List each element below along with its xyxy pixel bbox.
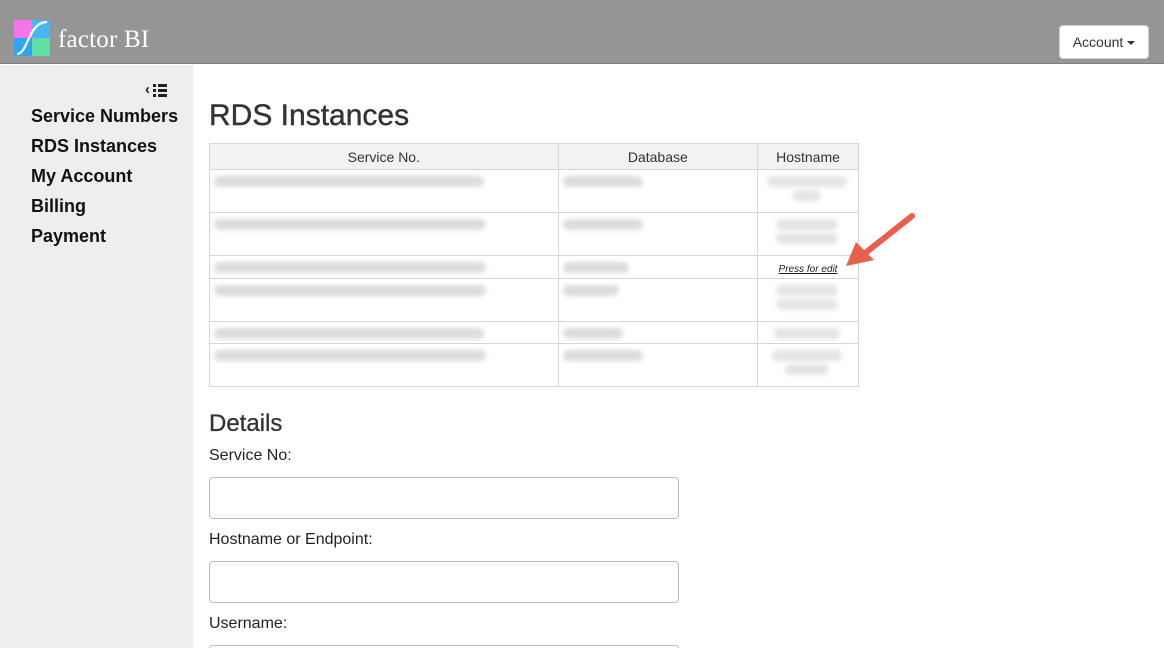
service-no-label: Service No:: [209, 447, 292, 464]
table-row[interactable]: [209, 343, 859, 387]
cell-service-no: [209, 278, 559, 322]
caret-down-icon: [1127, 41, 1136, 45]
username-label: Username:: [209, 615, 288, 632]
redacted-text: [776, 299, 839, 310]
redacted-text: [214, 262, 486, 273]
list-icon: [153, 83, 167, 97]
press-for-edit-link[interactable]: Press for edit: [779, 264, 838, 275]
sidebar-collapse-toggle[interactable]: ‹: [145, 82, 175, 98]
sidebar-item-service-numbers[interactable]: Service Numbers: [31, 105, 178, 135]
table-row[interactable]: [209, 212, 859, 256]
sidebar-item-my-account[interactable]: My Account: [31, 165, 178, 195]
redacted-text: [776, 219, 839, 230]
cell-hostname: [757, 343, 859, 387]
column-header-service-no: Service No.: [209, 143, 559, 170]
redacted-text: [214, 219, 486, 230]
top-navbar: factor BI Account: [0, 0, 1164, 64]
cell-database: [557, 278, 759, 322]
chevron-left-icon: ‹: [145, 81, 150, 98]
cell-database: [557, 321, 759, 344]
cell-service-no: [209, 255, 559, 279]
sidebar-item-billing[interactable]: Billing: [31, 195, 178, 225]
redacted-text: [214, 350, 486, 361]
redacted-text: [562, 219, 643, 230]
redacted-text: [562, 285, 619, 296]
redacted-text: [774, 328, 841, 339]
table-header-row: Service No. Database Hostname: [209, 143, 859, 170]
cell-database: [557, 255, 759, 279]
cell-service-no: [209, 169, 559, 213]
hostname-label: Hostname or Endpoint:: [209, 531, 373, 548]
sidebar-nav: Service Numbers RDS Instances My Account…: [31, 105, 178, 255]
redacted-text: [767, 176, 848, 187]
hostname-input[interactable]: [209, 561, 679, 603]
redacted-text: [776, 285, 839, 296]
factor-bi-logo-icon[interactable]: [14, 20, 50, 56]
annotation-arrow-icon: [846, 213, 915, 266]
cell-service-no: [209, 212, 559, 256]
table-row[interactable]: Press for edit: [209, 255, 859, 279]
redacted-text: [214, 285, 486, 296]
cell-hostname: [757, 321, 859, 344]
cell-database: [557, 169, 759, 213]
table-row[interactable]: [209, 169, 859, 213]
redacted-text: [772, 350, 843, 361]
rds-instances-table: Service No. Database Hostname Press for …: [209, 143, 859, 387]
details-heading: Details: [209, 410, 283, 437]
redacted-text: [776, 233, 839, 244]
redacted-text: [214, 176, 484, 187]
account-label: Account: [1072, 34, 1124, 50]
sidebar-item-payment[interactable]: Payment: [31, 225, 178, 255]
sidebar: ‹ Service Numbers RDS Instances My Accou…: [0, 65, 193, 648]
cell-database: [557, 212, 759, 256]
redacted-text: [562, 328, 623, 339]
redacted-text: [785, 364, 830, 375]
column-header-hostname: Hostname: [757, 143, 859, 170]
page-title: RDS Instances: [209, 99, 410, 132]
cell-hostname: [757, 278, 859, 322]
cell-database: [557, 343, 759, 387]
redacted-text: [562, 350, 643, 361]
account-dropdown-button[interactable]: Account: [1059, 25, 1149, 59]
service-no-input[interactable]: [209, 477, 679, 519]
cell-service-no: [209, 343, 559, 387]
table-row[interactable]: [209, 321, 859, 344]
cell-hostname: [757, 169, 859, 213]
redacted-text: [793, 190, 822, 201]
column-header-database: Database: [557, 143, 759, 170]
redacted-text: [562, 176, 643, 187]
redacted-text: [562, 262, 629, 273]
brand-name: factor BI: [58, 26, 150, 53]
cell-service-no: [209, 321, 559, 344]
table-row[interactable]: [209, 278, 859, 322]
sidebar-item-rds-instances[interactable]: RDS Instances: [31, 135, 178, 165]
redacted-text: [214, 328, 484, 339]
